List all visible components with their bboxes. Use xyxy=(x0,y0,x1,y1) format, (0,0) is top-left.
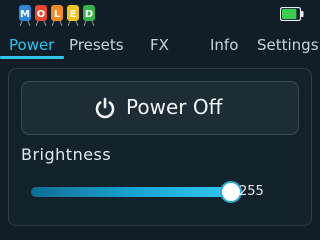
slider-fill xyxy=(31,187,231,197)
tab-presets[interactable]: Presets xyxy=(69,36,124,54)
svg-text:D: D xyxy=(85,9,93,20)
svg-text:L: L xyxy=(54,9,61,20)
brightness-slider[interactable] xyxy=(31,181,242,203)
logo-letter: L xyxy=(51,5,63,27)
logo-letter: D xyxy=(83,5,95,27)
tab-info[interactable]: Info xyxy=(210,36,238,54)
power-off-button[interactable]: Power Off xyxy=(21,81,299,135)
active-tab-indicator xyxy=(0,56,64,59)
tab-fx[interactable]: FX xyxy=(150,36,169,54)
status-bar: MOLED xyxy=(0,0,320,30)
brightness-label: Brightness xyxy=(21,145,112,164)
tab-settings[interactable]: Settings xyxy=(257,36,319,54)
logo-letter: M xyxy=(19,5,31,27)
power-panel: Power Off Brightness 255 xyxy=(8,68,312,226)
brightness-value: 255 xyxy=(239,184,264,199)
tab-power[interactable]: Power xyxy=(9,36,54,54)
svg-text:E: E xyxy=(70,9,77,20)
logo-letter: O xyxy=(35,5,47,27)
svg-text:M: M xyxy=(20,9,30,20)
power-off-label: Power Off xyxy=(126,95,223,119)
wled-logo: MOLED xyxy=(19,5,95,27)
battery-icon xyxy=(280,7,304,21)
svg-text:O: O xyxy=(37,9,46,20)
logo-letter: E xyxy=(67,5,79,27)
power-icon xyxy=(95,97,115,119)
